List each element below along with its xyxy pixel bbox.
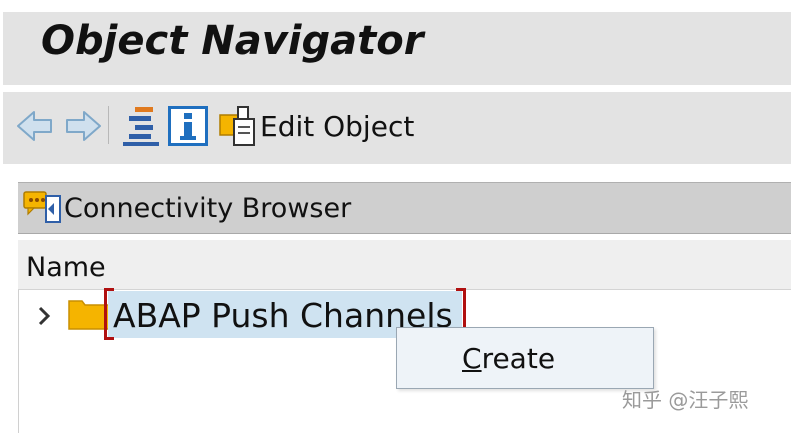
column-header-row <box>18 240 791 290</box>
window-title: Object Navigator <box>41 18 424 64</box>
watermark: 知乎 @汪子熙 <box>622 388 749 412</box>
other-object-button[interactable] <box>121 103 161 149</box>
forward-button[interactable] <box>64 103 102 149</box>
edit-object-label[interactable]: Edit Object <box>260 110 414 143</box>
display-info-button[interactable] <box>168 103 208 149</box>
context-menu-item-create[interactable]: Create <box>462 342 555 375</box>
arrow-left-icon <box>17 111 52 141</box>
menu-mnemonic: C <box>462 342 482 375</box>
connectivity-browser-icon <box>22 190 62 226</box>
edit-object-button[interactable] <box>218 103 260 149</box>
hierarchy-icon <box>123 107 159 146</box>
arrow-right-icon <box>66 111 101 141</box>
info-icon <box>168 106 208 146</box>
menu-label-rest: reate <box>481 342 556 375</box>
browser-title: Connectivity Browser <box>64 193 352 224</box>
column-header-name[interactable]: Name <box>26 252 106 283</box>
edit-object-icon <box>219 106 255 146</box>
chevron-right-icon[interactable] <box>37 304 53 328</box>
toolbar-separator <box>108 106 109 144</box>
back-button[interactable] <box>16 103 54 149</box>
focus-bracket-left <box>104 288 114 340</box>
sap-gui-window: Object Navigator Edit Object Connectivit… <box>0 0 791 433</box>
